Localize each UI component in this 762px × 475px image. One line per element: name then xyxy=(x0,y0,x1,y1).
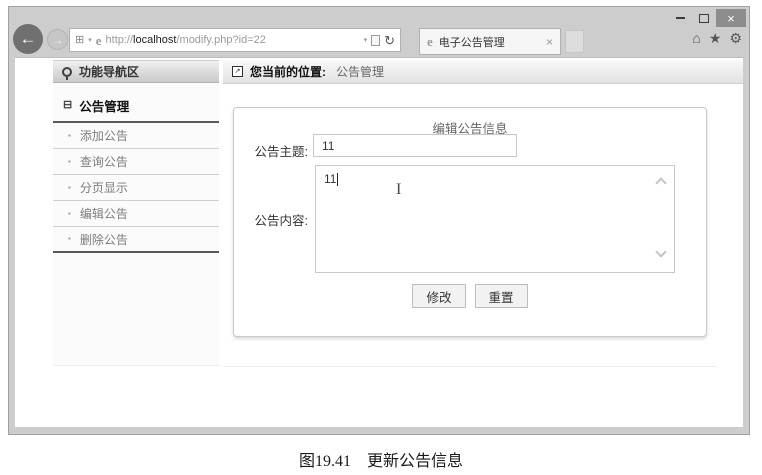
collapse-icon[interactable]: ⊟ xyxy=(63,100,72,111)
breadcrumb-value: 公告管理 xyxy=(336,63,384,80)
sidebar-header: 功能导航区 xyxy=(53,60,219,83)
home-icon[interactable]: ⌂ xyxy=(692,31,700,45)
new-tab-button[interactable] xyxy=(565,30,584,53)
restore-icon xyxy=(699,14,709,23)
favorites-star-icon[interactable]: ★ xyxy=(709,31,722,45)
sidebar-item-label: 查询公告 xyxy=(80,153,128,170)
edit-announcement-panel: 编辑公告信息 公告主题: 公告内容: 11 I 修改 重置 xyxy=(233,107,707,337)
sidebar-group-announcements[interactable]: ⊟ 公告管理 xyxy=(53,96,219,123)
sidebar-item-delete-announcement[interactable]: ▪ 删除公告 xyxy=(53,227,219,253)
content-divider xyxy=(223,366,717,367)
compatibility-view-icon[interactable] xyxy=(371,35,380,46)
scroll-down-icon[interactable] xyxy=(655,246,666,257)
tab-title: 电子公告管理 xyxy=(439,34,505,50)
breadcrumb-label: 您当前的位置: xyxy=(250,63,326,80)
settings-gear-icon[interactable]: ⚙ xyxy=(729,31,742,45)
scroll-up-icon[interactable] xyxy=(655,177,666,188)
bulb-icon xyxy=(62,67,72,77)
reset-button[interactable]: 重置 xyxy=(475,284,528,308)
sidebar-item-query-announcement[interactable]: ▪ 查询公告 xyxy=(53,149,219,175)
url-path: /modify.php?id=22 xyxy=(176,34,265,46)
sidebar-group-label: 公告管理 xyxy=(79,96,129,115)
breadcrumb: ↗ 您当前的位置: 公告管理 xyxy=(223,60,743,84)
sidebar-header-label: 功能导航区 xyxy=(79,63,139,80)
sidebar-item-label: 编辑公告 xyxy=(80,205,128,222)
back-button[interactable]: ← xyxy=(13,24,43,54)
text-caret xyxy=(337,173,338,186)
toolbar-icons: ⌂ ★ ⚙ xyxy=(692,31,742,45)
main-content: ↗ 您当前的位置: 公告管理 编辑公告信息 公告主题: 公告内容: 11 I xyxy=(223,60,743,427)
subject-input[interactable] xyxy=(313,134,517,157)
bullet-icon: ▪ xyxy=(68,184,71,192)
figure-scan: × ← → ⊞ ▾ e http://localhost/modify.php?… xyxy=(0,0,762,475)
sidebar-item-label: 添加公告 xyxy=(80,127,128,144)
content-textarea[interactable]: 11 I xyxy=(315,165,675,273)
tab-close-icon[interactable]: × xyxy=(546,35,553,49)
address-bar[interactable]: ⊞ ▾ e http://localhost/modify.php?id=22 … xyxy=(69,28,401,52)
textarea-text: 11 xyxy=(324,172,338,186)
form-buttons: 修改 重置 xyxy=(234,284,706,308)
figure-caption: 图19.41 更新公告信息 xyxy=(0,447,762,471)
browser-window: × ← → ⊞ ▾ e http://localhost/modify.php?… xyxy=(8,6,750,435)
modify-button[interactable]: 修改 xyxy=(412,284,465,308)
url-host: localhost xyxy=(133,34,176,46)
subject-label: 公告主题: xyxy=(234,141,308,160)
tab-favicon-icon: e xyxy=(427,35,433,48)
sidebar: 功能导航区 ⊟ 公告管理 ▪ 添加公告 ▪ 查询公告 ▪ 分页显示 xyxy=(53,60,219,366)
browser-tab[interactable]: e 电子公告管理 × xyxy=(419,28,561,55)
content-label: 公告内容: xyxy=(234,210,308,229)
web-page: 功能导航区 ⊟ 公告管理 ▪ 添加公告 ▪ 查询公告 ▪ 分页显示 xyxy=(15,57,743,427)
minimize-icon xyxy=(676,17,685,19)
sidebar-item-label: 分页显示 xyxy=(80,179,128,196)
bullet-icon: ▪ xyxy=(68,132,71,140)
back-icon: ← xyxy=(20,29,37,49)
sidebar-item-edit-announcement[interactable]: ▪ 编辑公告 xyxy=(53,201,219,227)
forward-button[interactable]: → xyxy=(47,29,68,50)
url-text[interactable]: http://localhost/modify.php?id=22 xyxy=(106,34,360,46)
bullet-icon: ▪ xyxy=(68,210,71,218)
ibeam-cursor-icon: I xyxy=(396,181,401,199)
sidebar-item-add-announcement[interactable]: ▪ 添加公告 xyxy=(53,123,219,149)
site-badge-dropdown-icon[interactable]: ▾ xyxy=(88,37,92,44)
autocomplete-dropdown-icon[interactable]: ▾ xyxy=(364,37,368,44)
location-icon: ↗ xyxy=(232,66,243,77)
url-prefix: http:// xyxy=(106,34,134,46)
sidebar-item-paged-display[interactable]: ▪ 分页显示 xyxy=(53,175,219,201)
site-badge-icon[interactable]: ⊞ xyxy=(75,35,84,46)
bullet-icon: ▪ xyxy=(68,158,71,166)
bullet-icon: ▪ xyxy=(68,235,71,243)
navigation-bar: ← → ⊞ ▾ e http://localhost/modify.php?id… xyxy=(9,24,749,57)
forward-icon: → xyxy=(52,33,64,47)
sidebar-item-label: 删除公告 xyxy=(80,231,128,248)
ie-icon: e xyxy=(96,34,102,47)
refresh-icon[interactable]: ↻ xyxy=(384,34,395,47)
